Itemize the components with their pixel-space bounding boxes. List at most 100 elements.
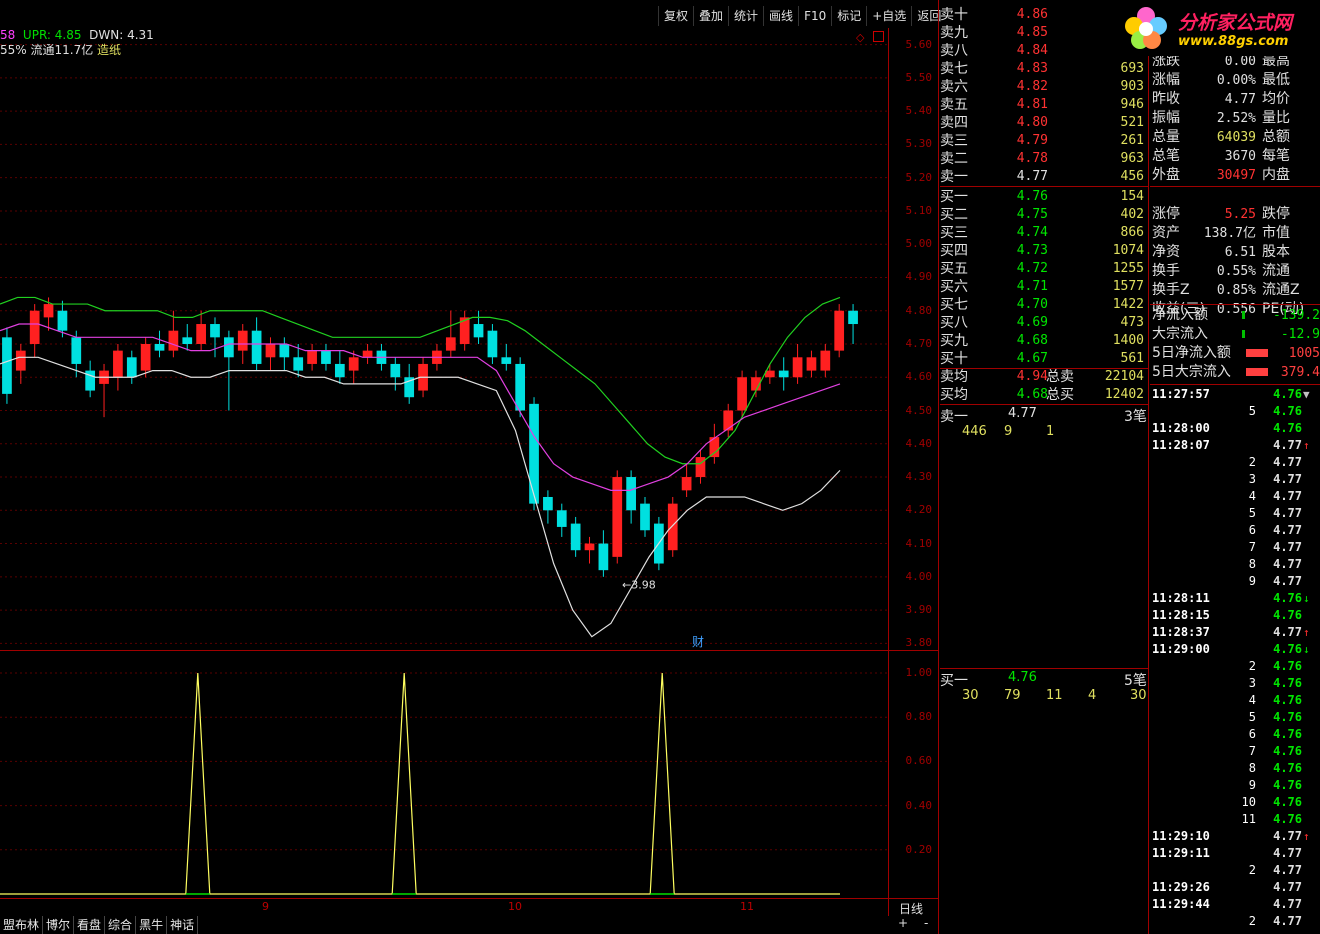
zoom-out-button[interactable]: -: [924, 916, 928, 930]
tick-row[interactable]: 2 4.77: [1150, 913, 1320, 930]
sell-level-label: 卖一: [940, 169, 968, 185]
stat-label: 换手: [1152, 263, 1180, 279]
event-marker[interactable]: 财: [692, 635, 704, 649]
indicator-tabs: 盟布林 博尔 看盘 综合 黑牛 神话: [0, 916, 199, 934]
tick-row[interactable]: 11:29:10 4.77 ↑: [1150, 828, 1320, 845]
add-watchlist-button[interactable]: +自选: [866, 6, 911, 26]
sell-level-row[interactable]: 卖一 4.77 456: [940, 168, 1148, 186]
tick-price: 4.76: [1273, 744, 1302, 758]
price-axis-label: 5.40: [905, 104, 933, 118]
panel-divider: [938, 0, 939, 934]
tick-row[interactable]: 9 4.77: [1150, 573, 1320, 590]
tick-row[interactable]: 9 4.76: [1150, 777, 1320, 794]
statistics-button[interactable]: 统计: [728, 6, 763, 26]
tick-direction-icon: ▼: [1303, 388, 1310, 401]
tick-row[interactable]: 8 4.76: [1150, 760, 1320, 777]
tick-row[interactable]: 11:28:11 4.76 ↓: [1150, 590, 1320, 607]
sell-level-row[interactable]: 卖四 4.80 521: [940, 114, 1148, 132]
tick-row[interactable]: 11:29:26 4.77: [1150, 879, 1320, 896]
buy-level-row[interactable]: 买五 4.72 1255: [940, 260, 1148, 278]
sell-level-row[interactable]: 卖三 4.79 261: [940, 132, 1148, 150]
tick-row[interactable]: 7 4.77: [1150, 539, 1320, 556]
tick-row[interactable]: 6 4.77: [1150, 522, 1320, 539]
tick-time: 11:28:00: [1152, 421, 1210, 435]
stat-row: 净资 6.51 股本: [1150, 243, 1320, 262]
tick-row[interactable]: 11:28:15 4.76: [1150, 607, 1320, 624]
tick-row[interactable]: 11:27:57 4.76 ▼: [1150, 386, 1320, 403]
overlay-button[interactable]: 叠加: [693, 6, 728, 26]
tick-price: 4.76: [1273, 591, 1302, 605]
sell-level-price: 4.83: [1016, 61, 1048, 76]
tick-row[interactable]: 11:29:44 4.77: [1150, 896, 1320, 913]
sell-level-row[interactable]: 卖五 4.81 946: [940, 96, 1148, 114]
tick-direction-icon: ↑: [1303, 626, 1310, 639]
price-axis-label: 5.30: [905, 137, 933, 151]
stat-value: 3670: [1224, 149, 1256, 164]
indicator-chart[interactable]: [0, 651, 888, 898]
buy-level-volume: 1074: [1112, 243, 1144, 258]
order-lot: 1: [1046, 424, 1055, 439]
zoom-in-button[interactable]: +: [898, 916, 908, 930]
tick-row[interactable]: 7 4.76: [1150, 743, 1320, 760]
tick-direction-icon: ↑: [1303, 830, 1310, 843]
kline-chart[interactable]: ←3.98 财: [0, 28, 888, 650]
stat-label-right: 每笔: [1262, 148, 1290, 164]
tick-row[interactable]: 4 4.76: [1150, 692, 1320, 709]
tab-watch[interactable]: 看盘: [74, 916, 106, 934]
buy-level-row[interactable]: 买七 4.70 1422: [940, 296, 1148, 314]
tab-boll[interactable]: 博尔: [43, 916, 75, 934]
tick-row[interactable]: 11:28:07 4.77 ↑: [1150, 437, 1320, 454]
tick-row[interactable]: 11:29:00 4.76 ↓: [1150, 641, 1320, 658]
tick-row[interactable]: 11:28:00 4.76: [1150, 420, 1320, 437]
tick-row[interactable]: 8 4.77: [1150, 556, 1320, 573]
tick-row[interactable]: 11:29:11 4.77: [1150, 845, 1320, 862]
tick-time: 11:29:11: [1152, 846, 1210, 860]
candle-body: [251, 330, 262, 364]
tick-row[interactable]: 6 4.76: [1150, 726, 1320, 743]
sell-level-row[interactable]: 卖二 4.78 963: [940, 150, 1148, 168]
tab-composite[interactable]: 综合: [105, 916, 137, 934]
tick-row[interactable]: 5 4.76: [1150, 709, 1320, 726]
buy-level-row[interactable]: 买九 4.68 1400: [940, 332, 1148, 350]
restore-rights-button[interactable]: 复权: [658, 6, 693, 26]
draw-line-button[interactable]: 画线: [763, 6, 798, 26]
buy-level-row[interactable]: 买六 4.71 1577: [940, 278, 1148, 296]
tick-row[interactable]: 10 4.76: [1150, 794, 1320, 811]
tick-time: 11:29:26: [1152, 880, 1210, 894]
x-label-10: 10: [508, 900, 522, 913]
buy-level-label: 买六: [940, 279, 968, 295]
sell-level-row[interactable]: 卖七 4.83 693: [940, 60, 1148, 78]
sell-level-label: 卖七: [940, 61, 968, 77]
sell-level-row[interactable]: 卖六 4.82 903: [940, 78, 1148, 96]
tick-row[interactable]: 2 4.77: [1150, 862, 1320, 879]
indicator-axis-label: 0.80: [905, 710, 933, 724]
f10-button[interactable]: F10: [798, 6, 831, 26]
tab-bollinger[interactable]: 盟布林: [0, 916, 44, 934]
buy-level-row[interactable]: 买十 4.67 561: [940, 350, 1148, 368]
tick-row[interactable]: 11:28:37 4.77 ↑: [1150, 624, 1320, 641]
tick-row[interactable]: 5 4.76: [1150, 403, 1320, 420]
tick-row[interactable]: 5 4.77: [1150, 505, 1320, 522]
price-axis-label: 4.70: [905, 336, 933, 350]
tab-black-bull[interactable]: 黑牛: [136, 916, 168, 934]
candle-body: [598, 543, 609, 571]
buy-level-row[interactable]: 买三 4.74 866: [940, 224, 1148, 242]
candle-body: [29, 310, 40, 344]
candle-body: [182, 337, 193, 344]
tick-row[interactable]: 11 4.76: [1150, 811, 1320, 828]
tick-row[interactable]: 3 4.76: [1150, 675, 1320, 692]
tab-myth[interactable]: 神话: [167, 916, 199, 934]
tick-seq: 2: [1248, 863, 1256, 877]
buy-level-row[interactable]: 买四 4.73 1074: [940, 242, 1148, 260]
buy-level-row[interactable]: 买二 4.75 402: [940, 206, 1148, 224]
order-lot: 79: [1004, 688, 1021, 703]
buy-level-row[interactable]: 买一 4.76 154: [940, 188, 1148, 206]
stat-value: 0.55%: [1216, 264, 1256, 279]
buy-level-row[interactable]: 买八 4.69 473: [940, 314, 1148, 332]
tick-row[interactable]: 2 4.76: [1150, 658, 1320, 675]
tick-row[interactable]: 4 4.77: [1150, 488, 1320, 505]
period-label[interactable]: 日线: [899, 900, 923, 917]
tick-row[interactable]: 3 4.77: [1150, 471, 1320, 488]
tick-row[interactable]: 2 4.77: [1150, 454, 1320, 471]
mark-button[interactable]: 标记: [831, 6, 866, 26]
